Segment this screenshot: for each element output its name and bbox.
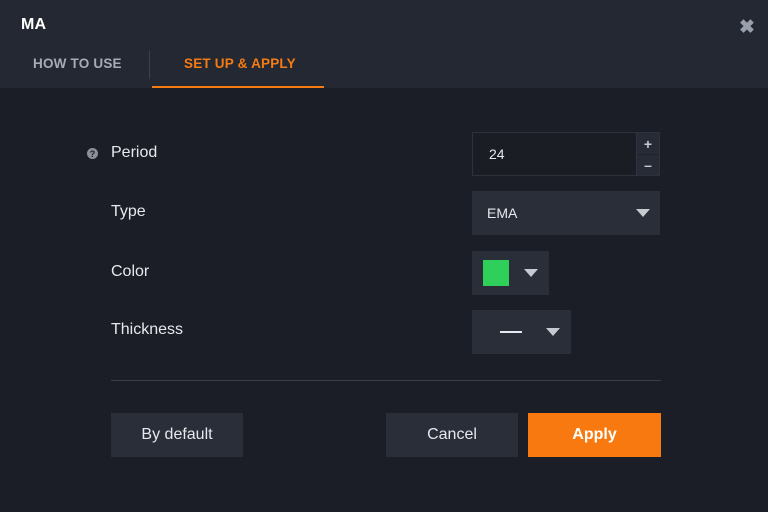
type-value: EMA [487, 205, 518, 221]
chevron-down-icon [636, 209, 650, 217]
color-select[interactable] [472, 251, 549, 295]
decrement-button[interactable]: – [637, 154, 659, 175]
dialog-title: MA [21, 16, 47, 33]
type-select[interactable]: EMA [472, 191, 660, 235]
period-label: Period [111, 144, 158, 161]
color-label: Color [111, 263, 150, 280]
period-input[interactable] [489, 133, 629, 175]
chevron-down-icon [524, 269, 538, 277]
by-default-button[interactable]: By default [111, 413, 243, 457]
divider [111, 380, 661, 381]
type-label: Type [111, 203, 146, 220]
color-swatch [483, 260, 509, 286]
chevron-down-icon [546, 328, 560, 336]
tab-how-to-use[interactable]: HOW TO USE [33, 56, 122, 71]
active-tab-indicator [152, 86, 324, 88]
question-icon[interactable]: ? [87, 148, 98, 159]
period-stepper: + – [636, 133, 659, 175]
close-icon[interactable]: ✖ [737, 17, 757, 38]
dialog-header: MA ✖ HOW TO USE SET UP & APPLY [0, 0, 768, 88]
line-thickness-icon [500, 331, 522, 333]
thickness-label: Thickness [111, 321, 184, 338]
apply-button[interactable]: Apply [528, 413, 661, 457]
period-field: + – [472, 132, 660, 176]
increment-button[interactable]: + [637, 133, 659, 154]
tab-set-up-apply[interactable]: SET UP & APPLY [184, 56, 296, 71]
tab-divider [149, 51, 150, 79]
cancel-button[interactable]: Cancel [386, 413, 518, 457]
thickness-select[interactable] [472, 310, 571, 354]
